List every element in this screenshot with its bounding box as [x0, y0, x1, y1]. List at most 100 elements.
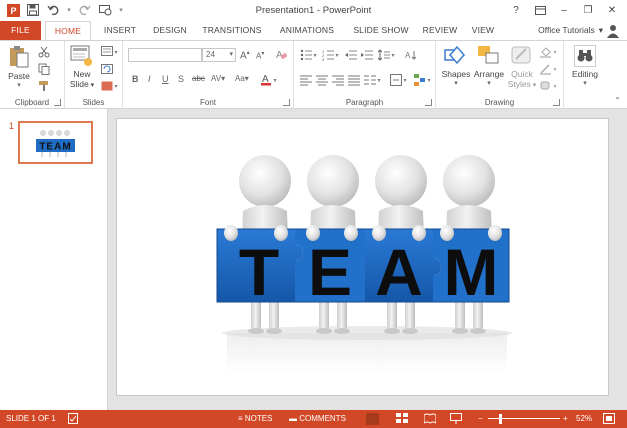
- paragraph-group-label: Paragraph: [345, 98, 384, 107]
- quick-styles-button[interactable]: Quick Styles ▾: [507, 45, 537, 91]
- drawing-group: Shapes ▾ Arrange ▾ Quick Styles ▾ ▾ ▾ ▾ …: [436, 41, 564, 109]
- slide-thumbnails-pane: 1 TEAM: [0, 109, 108, 410]
- underline-icon[interactable]: U: [162, 74, 169, 84]
- svg-text:▾: ▾: [377, 78, 380, 84]
- fit-slide-icon[interactable]: [603, 410, 615, 428]
- slide-canvas[interactable]: T E A M: [116, 118, 609, 396]
- quick-styles-icon: [511, 46, 531, 64]
- zoom-out-button[interactable]: −: [478, 410, 483, 428]
- clipboard-launcher-icon[interactable]: [54, 99, 61, 106]
- account-menu[interactable]: Office Tutorials ▾: [538, 21, 619, 40]
- text-shadow-icon[interactable]: S: [178, 74, 184, 84]
- notes-label: NOTES: [244, 414, 273, 423]
- collapse-ribbon-icon[interactable]: ⌃: [614, 96, 621, 105]
- font-launcher-icon[interactable]: [283, 99, 290, 106]
- tab-insert[interactable]: INSERT: [99, 21, 141, 40]
- line-spacing-icon[interactable]: ▾: [377, 49, 396, 61]
- paste-label: Paste: [8, 71, 30, 81]
- font-color-icon[interactable]: A ▾: [261, 73, 279, 88]
- shape-effects-icon[interactable]: ▾: [540, 80, 558, 92]
- font-name-box[interactable]: [128, 48, 202, 62]
- svg-text:▾: ▾: [403, 78, 406, 84]
- shapes-icon: [444, 45, 465, 65]
- slide-show-view-icon[interactable]: [450, 410, 462, 428]
- increase-indent-icon[interactable]: [361, 49, 373, 61]
- align-center-icon[interactable]: [316, 74, 328, 86]
- slides-group-label: Slides: [82, 98, 105, 107]
- drawing-launcher-icon[interactable]: [553, 99, 560, 106]
- grow-font-icon[interactable]: A▴: [240, 49, 250, 61]
- arrange-button[interactable]: Arrange ▾: [472, 45, 506, 89]
- numbering-icon[interactable]: 1 2 3 ▾: [322, 49, 340, 62]
- editing-button[interactable]: Editing ▾: [566, 45, 604, 89]
- zoom-in-button[interactable]: +: [563, 410, 568, 428]
- ribbon-display-options-icon[interactable]: [529, 2, 551, 18]
- close-button[interactable]: ✕: [601, 2, 623, 18]
- bullets-icon[interactable]: ▾: [300, 49, 318, 61]
- restore-button[interactable]: ❐: [577, 2, 599, 18]
- strikethrough-icon[interactable]: abc: [192, 74, 205, 83]
- paragraph-launcher-icon[interactable]: [425, 99, 432, 106]
- zoom-slider-thumb[interactable]: [499, 414, 502, 424]
- help-button[interactable]: ?: [505, 2, 527, 18]
- notes-button[interactable]: ≡ NOTES: [238, 410, 272, 428]
- clear-formatting-icon[interactable]: A: [275, 48, 288, 62]
- section-icon[interactable]: ▾: [101, 80, 119, 92]
- font-size-box[interactable]: 24 ▾: [202, 48, 236, 62]
- zoom-level[interactable]: 52%: [576, 410, 592, 428]
- shape-outline-icon[interactable]: ▾: [540, 63, 558, 75]
- tab-design[interactable]: DESIGN: [148, 21, 192, 40]
- banner-letter-e: E: [308, 235, 352, 309]
- reading-view-icon[interactable]: [423, 410, 437, 428]
- svg-text:▾: ▾: [427, 78, 430, 84]
- tab-animations[interactable]: ANIMATIONS: [273, 21, 341, 40]
- banner-letter-m: M: [444, 235, 499, 309]
- copy-icon[interactable]: [38, 63, 50, 75]
- align-text-icon[interactable]: ▾: [390, 74, 408, 86]
- character-spacing-icon[interactable]: AV▾: [211, 74, 225, 83]
- paste-button[interactable]: Paste ▾: [4, 45, 34, 91]
- tab-view[interactable]: VIEW: [467, 21, 499, 40]
- reset-slide-icon[interactable]: [101, 63, 113, 75]
- format-painter-icon[interactable]: [38, 80, 50, 92]
- normal-view-icon[interactable]: [366, 413, 379, 425]
- tab-home[interactable]: HOME: [45, 21, 91, 41]
- slide-thumbnail-image: TEAM: [20, 123, 91, 162]
- comments-button[interactable]: ▬ COMMENTS: [289, 410, 346, 428]
- align-left-icon[interactable]: [300, 74, 312, 86]
- new-slide-label-line2: Slide: [69, 79, 89, 89]
- columns-icon[interactable]: ▾: [364, 74, 382, 86]
- decrease-indent-icon[interactable]: [345, 49, 357, 61]
- font-group-label: Font: [199, 98, 216, 107]
- justify-icon[interactable]: [348, 74, 360, 86]
- convert-to-smartart-icon[interactable]: ▾: [414, 74, 432, 86]
- editing-dropdown-icon: ▾: [583, 80, 587, 87]
- minimize-button[interactable]: –: [553, 2, 575, 18]
- new-slide-button[interactable]: New Slide ▾: [67, 45, 97, 91]
- svg-text:▾: ▾: [114, 50, 117, 56]
- slide-thumbnail[interactable]: TEAM: [18, 121, 93, 164]
- layout-icon[interactable]: ▾: [101, 46, 119, 58]
- svg-text:▾: ▾: [114, 84, 117, 90]
- shapes-button[interactable]: Shapes ▾: [440, 45, 472, 89]
- tab-file[interactable]: FILE: [0, 21, 41, 40]
- tab-review[interactable]: REVIEW: [420, 21, 460, 40]
- thumb-banner-text: TEAM: [39, 142, 71, 153]
- tab-slide-show[interactable]: SLIDE SHOW: [348, 21, 414, 40]
- clipboard-group: Paste ▾ Clipboard: [0, 41, 65, 109]
- text-direction-icon[interactable]: A: [404, 49, 417, 61]
- shrink-font-icon[interactable]: A▾: [256, 50, 264, 61]
- slide-number: 1: [9, 121, 15, 131]
- shape-fill-icon[interactable]: ▾: [540, 46, 558, 58]
- tab-transitions[interactable]: TRANSITIONS: [199, 21, 265, 40]
- new-slide-icon: [70, 45, 92, 66]
- slide-sorter-view-icon[interactable]: [396, 410, 408, 428]
- workspace: 1 TEAM T E A M: [0, 109, 627, 410]
- cut-icon[interactable]: [38, 46, 50, 58]
- comments-icon: ▬: [289, 414, 297, 423]
- align-right-icon[interactable]: [332, 74, 344, 86]
- bold-icon[interactable]: B: [132, 74, 139, 84]
- spell-check-icon[interactable]: [68, 410, 79, 428]
- italic-icon[interactable]: I: [148, 74, 151, 84]
- change-case-icon[interactable]: Aa▾: [235, 74, 249, 83]
